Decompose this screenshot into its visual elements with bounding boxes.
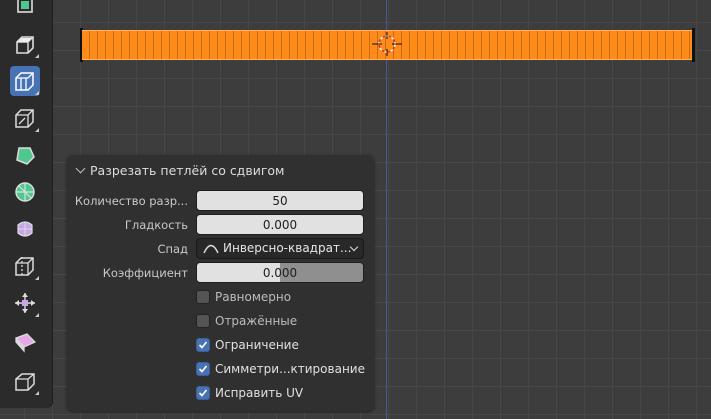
spin-icon[interactable] [10, 177, 40, 207]
factor-row: Коэффициент 0.000 [67, 262, 374, 284]
shear-icon[interactable] [10, 366, 40, 396]
mirror-editing-option[interactable]: Симметри...ктирование [196, 360, 365, 378]
inset-faces-icon[interactable] [10, 66, 40, 96]
y-axis-line [386, 0, 387, 419]
poly-build-icon[interactable] [10, 140, 40, 170]
falloff-row: Спад Инверсно-квадрат... [67, 238, 374, 260]
smoothness-label: Гладкость [124, 218, 188, 232]
even-checkbox[interactable] [196, 290, 210, 304]
panel-title: Разрезать петлёй со сдвигом [90, 162, 285, 178]
checkmark-icon [198, 389, 208, 397]
smoothness-field[interactable]: 0.000 [196, 214, 364, 235]
correct-uv-label: Исправить UV [215, 386, 304, 400]
number-of-cuts-row: Количество разр... 50 [67, 190, 374, 212]
even-label: Равномерно [215, 290, 292, 304]
correct-uv-option[interactable]: Исправить UV [196, 384, 303, 402]
adjust-last-operation-panel: Разрезать петлёй со сдвигом Количество р… [67, 155, 374, 411]
falloff-dropdown[interactable]: Инверсно-квадрат... [196, 238, 364, 259]
number-of-cuts-label: Количество разр... [74, 194, 188, 208]
falloff-label: Спад [157, 242, 188, 256]
factor-slider[interactable]: 0.000 [196, 262, 364, 283]
chevron-down-icon[interactable] [75, 163, 86, 173]
3d-cursor-icon[interactable] [372, 32, 402, 56]
cube-edge-icon[interactable] [10, 0, 40, 22]
falloff-value: Инверсно-квадрат... [223, 241, 352, 255]
even-option[interactable]: Равномерно [196, 288, 291, 306]
bevel-icon[interactable] [10, 103, 40, 133]
loop-cut-icon[interactable] [10, 251, 40, 281]
factor-label: Коэффициент [102, 266, 188, 280]
mirror-editing-checkbox[interactable] [196, 362, 210, 376]
checkmark-icon [198, 341, 208, 349]
flipped-checkbox[interactable] [196, 314, 210, 328]
mirror-editing-label: Симметри...ктирование [215, 362, 365, 376]
smoothness-row: Гладкость 0.000 [67, 214, 374, 236]
extrude-region-icon[interactable] [10, 29, 40, 59]
clamp-label: Ограничение [215, 338, 299, 352]
falloff-curve-icon [203, 244, 219, 254]
panel-header[interactable]: Разрезать петлёй со сдвигом [75, 162, 284, 178]
tool-shelf [0, 0, 53, 408]
number-of-cuts-field[interactable]: 50 [196, 190, 364, 211]
flipped-option[interactable]: Отражённые [196, 312, 297, 330]
checkmark-icon [198, 365, 208, 373]
smooth-vertices-icon[interactable] [10, 214, 40, 244]
clamp-option[interactable]: Ограничение [196, 336, 299, 354]
shrink-fatten-icon[interactable] [10, 327, 40, 357]
knife-icon[interactable] [10, 288, 40, 318]
flipped-label: Отражённые [215, 314, 298, 328]
mesh-end-right [692, 28, 695, 62]
correct-uv-checkbox[interactable] [196, 386, 210, 400]
clamp-checkbox[interactable] [196, 338, 210, 352]
